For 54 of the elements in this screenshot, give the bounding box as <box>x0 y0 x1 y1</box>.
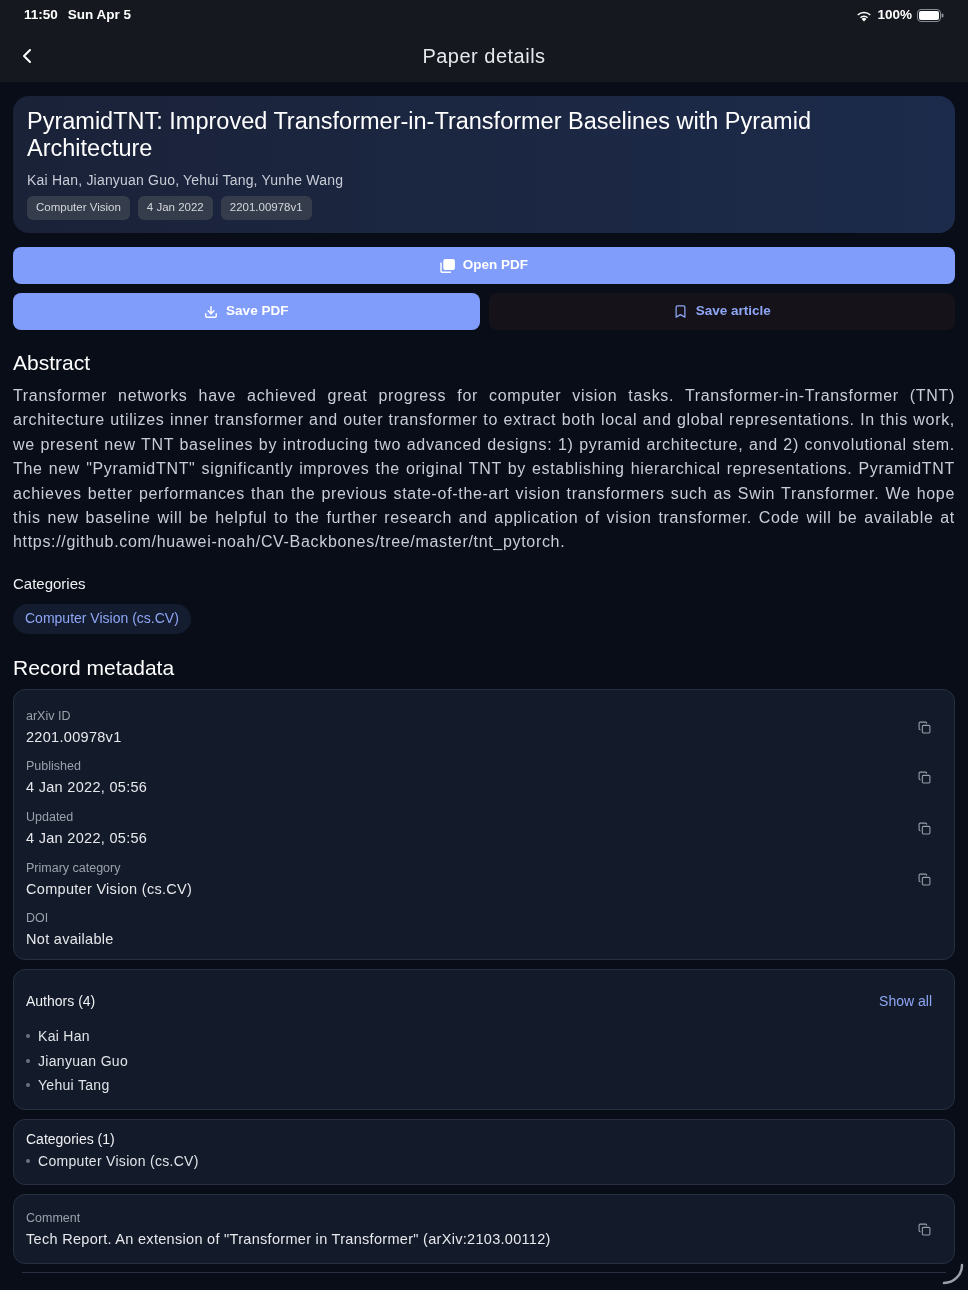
field-label: DOI <box>26 910 50 927</box>
battery-percent: 100% <box>877 6 912 25</box>
bullet-icon <box>26 1159 30 1164</box>
copy-button[interactable] <box>916 871 932 888</box>
save-article-button[interactable]: Save article <box>488 293 955 330</box>
status-time: 11:50 <box>24 6 58 25</box>
copy-button[interactable] <box>916 719 932 736</box>
field-value: Tech Report. An extension of "Transformer in Transformer" (arXiv:2103.00112) <box>26 1229 551 1249</box>
abstract-heading: Abstract <box>13 350 92 376</box>
field-value: 4 Jan 2022, 05:56 <box>26 829 148 849</box>
abstract-text: Transformer networks have achieved great progress for computer vision tasks. Transformer-in-Transformer (TNT) architecture utilizes inner transformer and outer transformer to extract both local and global representations. In this work, we present new TNT baselines by introducing two advanced designs: 1) pyramid architecture, and 2) convolutional stem. The new "PyramidTNT" significantly improves the original TNT by establishing hierarchical representations. PyramidTNT achieves better performances than the previous state-of-the-art vision transformers such as Swin Transformer. We hope this new baseline will be helpful to the further research and application of vision transformer. Code will be available at https://github.com/huawei-noah/CV-Backbones/tree/master/tnt_pytorch. <box>13 386 955 553</box>
field-label: Published <box>26 758 82 775</box>
paper-title: PyramidTNT: Improved Transformer-in-Transformer Baselines with Pyramid Architecture <box>27 108 812 162</box>
status-date: Sun Apr 5 <box>67 6 132 25</box>
paper-tag: 4 Jan 2022 <box>137 196 213 220</box>
copy-icon <box>917 720 931 734</box>
category-chip[interactable]: Computer Vision (cs.CV) <box>13 603 191 634</box>
bookmark-icon <box>672 304 688 319</box>
field-label: Updated <box>26 809 75 826</box>
bullet-icon <box>26 1058 30 1063</box>
copy-icon <box>917 822 931 836</box>
author-name: Yehui Tang <box>38 1076 110 1096</box>
nav-title: Paper details <box>422 44 546 69</box>
author-name: Jianyuan Guo <box>38 1051 128 1071</box>
wifi-icon <box>856 9 873 22</box>
field-value: Computer Vision (cs.CV) <box>26 879 193 899</box>
copy-button[interactable] <box>916 769 932 786</box>
category-name: Computer Vision (cs.CV) <box>38 1152 199 1172</box>
copy-button[interactable] <box>916 820 932 837</box>
categories-heading: Categories <box>13 573 87 594</box>
bullet-icon <box>26 1034 30 1039</box>
field-value: 2201.00978v1 <box>26 727 122 747</box>
paper-tag: Computer Vision <box>27 196 130 220</box>
copy-icon <box>917 872 931 886</box>
field-label: arXiv ID <box>26 707 72 724</box>
metadata-heading: Record metadata <box>13 654 176 681</box>
copy-icon <box>917 1222 931 1236</box>
bullet-icon <box>26 1083 30 1088</box>
field-label: Primary category <box>26 859 122 876</box>
author-name: Kai Han <box>38 1027 90 1047</box>
field-value: 4 Jan 2022, 05:56 <box>26 778 148 798</box>
copy-button[interactable] <box>916 1221 932 1238</box>
field-label: Comment <box>26 1209 82 1226</box>
categories-card-title: Categories (1) <box>26 1130 116 1150</box>
paper-tag: 2201.00978v1 <box>220 196 312 220</box>
field-value: Not available <box>26 930 114 950</box>
document-stack-icon <box>439 258 455 273</box>
download-icon <box>204 304 219 319</box>
curve-icon <box>942 1263 964 1286</box>
show-all-link[interactable]: Show all <box>879 991 932 1012</box>
copy-icon <box>917 771 931 785</box>
authors-title: Authors (4) <box>26 992 96 1012</box>
battery-icon <box>917 9 944 22</box>
paper-authors: Kai Han, Jianyuan Guo, Yehui Tang, Yunhe Wang <box>27 171 345 190</box>
